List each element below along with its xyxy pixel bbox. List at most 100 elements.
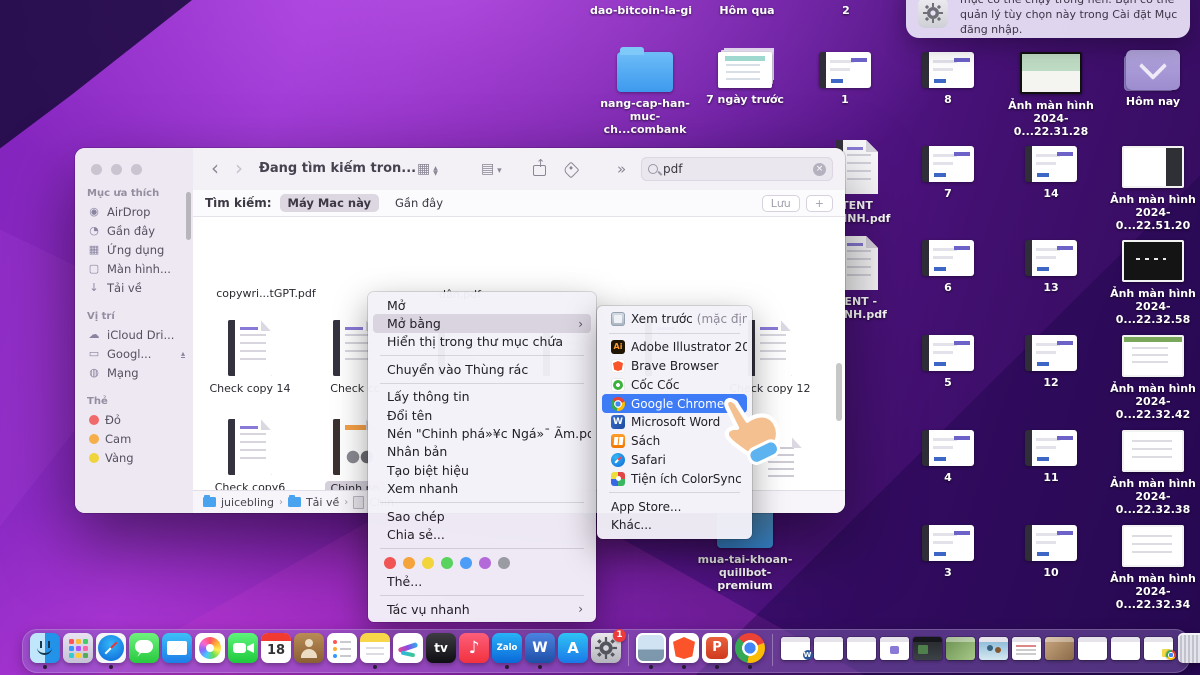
tag-color-dot[interactable] — [460, 557, 472, 569]
dock-powerpoint-icon[interactable] — [702, 633, 732, 671]
dock-brave-browser-icon[interactable] — [669, 633, 699, 671]
dock-notes-icon[interactable] — [360, 633, 390, 671]
sidebar-item[interactable]: Tải về — [75, 278, 193, 297]
scope-option[interactable]: Máy Mac này — [280, 194, 379, 212]
eject-icon[interactable]: ▴ — [181, 350, 185, 358]
open-with-app-item[interactable]: Brave Browser — [602, 357, 747, 376]
context-menu-item[interactable]: Nhân bản — [373, 443, 591, 461]
tag-color-dot[interactable] — [422, 557, 434, 569]
dock-minimized-window[interactable] — [912, 633, 942, 671]
zoom-button[interactable] — [131, 164, 142, 175]
dock-image-preview-icon[interactable] — [636, 633, 666, 671]
dock-minimized-window[interactable] — [1011, 633, 1041, 671]
breadcrumb-item[interactable]: juicebling — [221, 496, 274, 509]
dock-system-settings-icon[interactable]: 1 — [591, 633, 621, 671]
desktop-icon-label[interactable]: dao-bitcoin-la-gi — [590, 4, 692, 17]
context-menu-item[interactable]: Lấy thông tin — [373, 388, 591, 406]
desktop-icon-thumb[interactable]: 13 — [999, 240, 1103, 294]
desktop-icon-thumb[interactable]: 8 — [896, 52, 1000, 106]
tag-color-dot[interactable] — [403, 557, 415, 569]
dock-mail-icon[interactable] — [162, 633, 192, 671]
sidebar-item[interactable]: Googl...▴ — [75, 344, 193, 363]
desktop-icon-thumb[interactable]: 1 — [793, 52, 897, 106]
context-menu-item[interactable]: Chia sẻ... — [373, 525, 591, 543]
desktop-icon-shot[interactable]: Ảnh màn hình 2024-0...22.32.58 — [1101, 240, 1200, 326]
dock-minimized-window[interactable] — [1110, 633, 1140, 671]
scope-option[interactable]: Gần đây — [387, 194, 451, 212]
desktop-icon-thumb[interactable]: 4 — [896, 430, 1000, 484]
dock-music-icon[interactable] — [459, 633, 489, 671]
sidebar-item[interactable]: Ứng dụng — [75, 240, 193, 259]
forward-button[interactable]: › — [235, 154, 243, 182]
sidebar-item[interactable]: AirDrop — [75, 202, 193, 221]
dock-apple-tv-icon[interactable] — [426, 633, 456, 671]
dock-safari-icon[interactable] — [96, 633, 126, 671]
close-button[interactable] — [91, 164, 102, 175]
open-with-app-item[interactable]: Khác... — [602, 516, 747, 535]
sidebar-item[interactable]: Mạng — [75, 363, 193, 382]
dock-trash-icon[interactable] — [1176, 633, 1200, 671]
dock-minimized-window[interactable] — [1077, 633, 1107, 671]
context-menu-item[interactable]: Nén "Chinh phá»¥c Ngá»¯ Ãm.pdf" — [373, 424, 591, 442]
content-scrollbar[interactable] — [836, 363, 842, 421]
tag-color-dot[interactable] — [441, 557, 453, 569]
desktop-icon-stackfolder[interactable]: Hôm nay — [1101, 50, 1200, 108]
context-menu-item[interactable]: Thẻ... — [373, 573, 591, 591]
dock-minimized-window[interactable] — [846, 633, 876, 671]
dock-minimized-window[interactable] — [978, 633, 1008, 671]
sidebar-scrollbar[interactable] — [186, 192, 191, 240]
notification-banner[interactable]: mục có thể chạy trong nền. Bạn có thểquả… — [906, 0, 1190, 38]
back-button[interactable]: ‹ — [211, 154, 219, 182]
dock-facetime-icon[interactable] — [228, 633, 258, 671]
dock-google-chrome-icon[interactable] — [735, 633, 765, 671]
dock-minimized-window[interactable] — [879, 633, 909, 671]
context-menu-item[interactable]: Đổi tên — [373, 406, 591, 424]
desktop-icon-folder[interactable]: nang-cap-han- muc-ch...combank — [593, 52, 697, 136]
file-item[interactable]: Check copy 14 — [202, 320, 298, 395]
sidebar-item[interactable]: Vàng — [75, 448, 193, 467]
desktop-icon-thumb[interactable]: 3 — [896, 525, 1000, 579]
desktop-icon-thumb[interactable]: 7 — [896, 146, 1000, 200]
desktop-icon-thumb[interactable]: 11 — [999, 430, 1103, 484]
sidebar-item[interactable]: Màn hình... — [75, 259, 193, 278]
open-with-app-item[interactable]: Cốc Cốc — [602, 375, 747, 394]
file-item[interactable]: Check copy6 — [202, 419, 298, 491]
dock-contacts-icon[interactable] — [294, 633, 324, 671]
dock-minimized-window[interactable] — [1143, 633, 1173, 671]
desktop-icon-shot[interactable]: Ảnh màn hình 2024-0...22.32.34 — [1101, 525, 1200, 611]
desktop-icon-thumb[interactable]: 6 — [896, 240, 1000, 294]
dock-calendar-icon[interactable]: 18 — [261, 633, 291, 671]
dock-finder-icon[interactable] — [30, 633, 60, 671]
group-button[interactable] — [481, 161, 502, 179]
dock-minimized-window[interactable] — [945, 633, 975, 671]
file-label-partial[interactable]: copywri...tGPT.pdf — [216, 287, 316, 300]
tag-color-dot[interactable] — [479, 557, 491, 569]
more-toolbar-button[interactable] — [617, 161, 626, 178]
dock-reminders-icon[interactable] — [327, 633, 357, 671]
desktop-icon-thumb[interactable]: 12 — [999, 335, 1103, 389]
dock-zalo-icon[interactable] — [492, 633, 522, 671]
dock-launchpad-icon[interactable] — [63, 633, 93, 671]
sidebar-item[interactable]: Đỏ — [75, 410, 193, 429]
context-menu-item[interactable]: Sao chép — [373, 507, 591, 525]
context-menu-item[interactable]: Xem nhanh — [373, 480, 591, 498]
sidebar-item[interactable]: iCloud Dri... — [75, 325, 193, 344]
open-with-app-item[interactable]: Xem trước(mặc định) — [602, 310, 747, 329]
desktop-icon-label[interactable]: Hôm qua — [719, 4, 774, 17]
desktop-icon-shot[interactable]: Ảnh màn hình 2024-0...22.51.20 — [1101, 146, 1200, 232]
context-menu-item[interactable]: Tác vụ nhanh› — [373, 600, 591, 618]
minimize-button[interactable] — [111, 164, 122, 175]
open-with-app-item[interactable]: App Store... — [602, 497, 747, 516]
dock-photos-icon[interactable] — [195, 633, 225, 671]
clear-search-icon[interactable]: × — [813, 163, 826, 176]
desktop-icon-shot[interactable]: Ảnh màn hình 2024-0...22.32.42 — [1101, 335, 1200, 421]
open-with-app-item[interactable]: Adobe Illustrator 2024 — [602, 338, 747, 357]
tag-color-dot[interactable] — [498, 557, 510, 569]
desktop-icon-shot[interactable]: Ảnh màn hình 2024-0...22.32.38 — [1101, 430, 1200, 516]
context-menu-item[interactable]: Mở — [373, 296, 591, 314]
desktop-icon-thumb[interactable]: 5 — [896, 335, 1000, 389]
context-menu-item[interactable]: Hiển thị trong thư mục chứa — [373, 333, 591, 351]
save-search-button[interactable]: Lưu — [762, 195, 800, 212]
context-menu-item[interactable]: Tạo biệt hiệu — [373, 461, 591, 479]
add-scope-button[interactable]: + — [806, 195, 833, 212]
